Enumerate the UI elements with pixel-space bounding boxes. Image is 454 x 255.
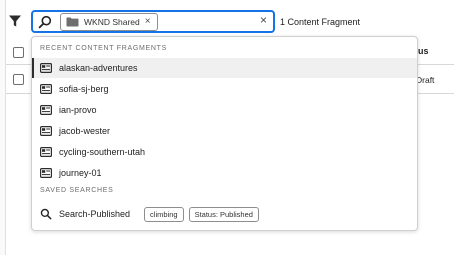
recent-fragment-item[interactable]: cycling-southern-utah [32, 142, 417, 162]
folder-icon [66, 17, 79, 27]
recent-fragment-label: alaskan-adventures [59, 63, 138, 73]
search-icon [40, 208, 52, 220]
clear-search-button[interactable]: × [260, 14, 267, 26]
content-fragment-icon [40, 126, 52, 136]
saved-searches-heading: SAVED SEARCHES [40, 187, 114, 194]
left-rail [0, 0, 6, 255]
content-fragment-icon [40, 168, 52, 178]
content-fragment-icon [40, 63, 52, 73]
search-icon [38, 15, 52, 29]
recent-fragment-label: ian-provo [59, 105, 97, 115]
content-fragment-icon [40, 105, 52, 115]
recent-fragment-label: cycling-southern-utah [59, 147, 146, 157]
content-fragment-icon [40, 147, 52, 157]
status-column-header[interactable]: us [418, 46, 429, 56]
saved-search-tag: Status: Published [188, 206, 259, 222]
recent-fragment-label: jacob-wester [59, 126, 111, 136]
search-input[interactable]: WKND Shared × × [31, 10, 275, 33]
select-all-checkbox[interactable] [13, 47, 24, 58]
recent-fragment-item[interactable]: journey-01 [32, 163, 417, 183]
recent-fragment-item[interactable]: alaskan-adventures [32, 58, 417, 78]
recent-fragment-label: journey-01 [59, 168, 102, 178]
row-status: Draft [416, 75, 435, 85]
filter-icon[interactable] [8, 14, 22, 28]
recent-fragment-item[interactable]: ian-provo [32, 100, 417, 120]
search-suggestions-dropdown: RECENT CONTENT FRAGMENTS alaskan-adventu… [31, 36, 418, 231]
folder-filter-tag[interactable]: WKND Shared × [60, 13, 158, 31]
recent-fragment-item[interactable]: jacob-wester [32, 121, 417, 141]
content-fragment-icon [40, 84, 52, 94]
recent-fragments-heading: RECENT CONTENT FRAGMENTS [40, 45, 167, 52]
recent-fragment-label: sofia-sj-berg [59, 84, 109, 94]
tag-remove-icon[interactable]: × [145, 17, 151, 27]
saved-search-label: Search-Published [59, 209, 131, 219]
saved-search-tag: climbing [144, 206, 184, 222]
recent-fragment-item[interactable]: sofia-sj-berg [32, 79, 417, 99]
row-checkbox[interactable] [13, 74, 24, 85]
result-count: 1 Content Fragment [280, 17, 361, 27]
saved-search-item[interactable]: Search-Published climbing Status: Publis… [32, 203, 417, 225]
tag-label: WKND Shared [84, 17, 140, 27]
